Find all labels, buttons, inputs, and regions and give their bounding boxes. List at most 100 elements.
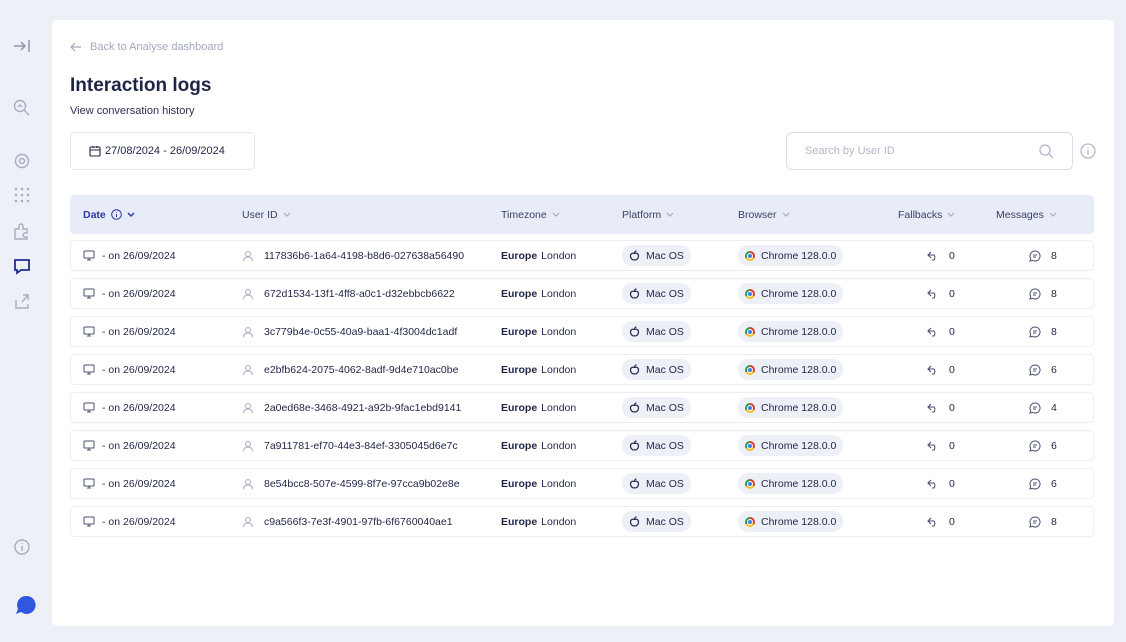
apple-icon [629,440,640,451]
cell-platform: Mac OS [622,241,691,270]
chevron-down-icon [947,212,955,217]
column-header-messages-label: Messages [996,208,1044,221]
table-row[interactable]: - on 26/09/2024 2a0ed68e-3468-4921-a92b-… [70,392,1094,423]
user-icon [243,364,253,375]
user-id-value[interactable]: 7a911781-ef70-44e3-84ef-3305045d6e7c [264,440,458,452]
user-id-value[interactable]: 3c779b4e-0c55-40a9-baa1-4f3004dc1adf [264,326,457,338]
user-id-value[interactable]: 672d1534-13f1-4ff8-a0c1-d32ebbcb6622 [264,288,455,300]
apple-icon [629,478,640,489]
chevron-down-icon [1049,212,1057,217]
chrome-icon [745,288,755,299]
table-row[interactable]: - on 26/09/2024 117836b6-1a64-4198-b8d6-… [70,240,1094,271]
date-range-picker[interactable]: 27/08/2024 - 26/09/2024 [70,132,255,170]
message-icon [1029,515,1041,528]
desktop-icon [83,402,95,413]
platform-value: Mac OS [646,363,684,376]
cell-user-id: 672d1534-13f1-4ff8-a0c1-d32ebbcb6622 [242,279,455,308]
search-analytics-icon[interactable] [11,97,33,119]
timezone-region: Europe [501,401,538,414]
timezone-city: London [541,363,577,376]
search-input[interactable] [805,145,1038,157]
column-header-platform[interactable]: Platform [622,195,674,234]
desktop-icon [83,364,95,375]
plugin-icon[interactable] [11,220,33,242]
cell-timezone: Europe London [501,355,576,384]
fallbacks-value: 0 [949,401,955,414]
cell-user-id: 3c779b4e-0c55-40a9-baa1-4f3004dc1adf [242,317,457,346]
fallbacks-value: 0 [949,439,955,452]
message-icon [1029,249,1041,262]
cell-fallbacks: 0 [927,279,955,308]
back-link[interactable]: Back to Analyse dashboard [70,41,223,53]
apple-icon [629,364,640,375]
browser-badge: Chrome 128.0.0 [738,321,844,342]
share-icon[interactable] [11,290,33,312]
column-header-user-id[interactable]: User ID [242,195,291,234]
user-id-value[interactable]: e2bfb624-2075-4062-8adf-9d4e710ac0be [264,364,458,376]
cell-browser: Chrome 128.0.0 [738,355,844,384]
cell-fallbacks: 0 [927,469,955,498]
desktop-icon [83,516,95,527]
table-header: Date User ID Timezone Platform Browser F… [70,195,1094,234]
timezone-city: London [541,401,577,414]
chevron-down-icon [127,211,135,217]
cell-messages: 6 [1029,355,1057,384]
cell-date: - on 26/09/2024 [83,507,176,536]
platform-value: Mac OS [646,439,684,452]
desktop-icon [83,440,95,451]
browser-badge: Chrome 128.0.0 [738,511,844,532]
info-icon[interactable] [110,209,122,220]
column-header-timezone[interactable]: Timezone [501,195,560,234]
message-icon [1029,363,1041,376]
chrome-icon [745,364,755,375]
search-info-icon[interactable] [1080,143,1096,159]
browser-value: Chrome 128.0.0 [761,439,837,452]
table-row[interactable]: - on 26/09/2024 3c779b4e-0c55-40a9-baa1-… [70,316,1094,347]
platform-value: Mac OS [646,287,684,300]
conversations-icon[interactable] [11,255,33,277]
chrome-icon [745,402,755,413]
column-header-date[interactable]: Date [83,195,135,234]
user-id-value[interactable]: 2a0ed68e-3468-4921-a92b-9fac1ebd9141 [264,402,461,414]
user-id-value[interactable]: c9a566f3-7e3f-4901-97fb-6f6760040ae1 [264,516,453,528]
info-icon[interactable] [11,536,33,558]
table-row[interactable]: - on 26/09/2024 8e54bcc8-507e-4599-8f7e-… [70,468,1094,499]
table-row[interactable]: - on 26/09/2024 e2bfb624-2075-4062-8adf-… [70,354,1094,385]
messages-value: 8 [1051,287,1057,300]
column-header-browser[interactable]: Browser [738,195,790,234]
table-row[interactable]: - on 26/09/2024 7a911781-ef70-44e3-84ef-… [70,430,1094,461]
cell-platform: Mac OS [622,507,691,536]
collapse-sidebar-icon[interactable] [11,35,33,57]
date-value: - on 26/09/2024 [102,439,176,452]
cell-fallbacks: 0 [927,507,955,536]
arrow-left-icon [70,42,81,52]
sidebar [0,0,44,642]
column-header-fallbacks[interactable]: Fallbacks [898,195,955,234]
user-icon [243,250,253,261]
desktop-icon [83,288,95,299]
platform-badge: Mac OS [622,473,691,494]
timezone-region: Europe [501,363,538,376]
cell-messages: 8 [1029,317,1057,346]
grid-dots-icon[interactable] [11,184,33,206]
date-value: - on 26/09/2024 [102,515,176,528]
search-icon[interactable] [1038,143,1054,159]
chat-bubble-icon[interactable] [15,594,37,616]
settings-icon[interactable] [11,150,33,172]
cell-fallbacks: 0 [927,431,955,460]
desktop-icon [83,478,95,489]
apple-icon [629,326,640,337]
timezone-city: London [541,249,577,262]
browser-value: Chrome 128.0.0 [761,363,837,376]
user-id-value[interactable]: 8e54bcc8-507e-4599-8f7e-97cca9b02e8e [264,478,460,490]
cell-timezone: Europe London [501,431,576,460]
column-header-messages[interactable]: Messages [996,195,1057,234]
user-id-value[interactable]: 117836b6-1a64-4198-b8d6-027638a56490 [264,250,464,262]
timezone-city: London [541,439,577,452]
column-header-user-id-label: User ID [242,208,278,221]
table-row[interactable]: - on 26/09/2024 672d1534-13f1-4ff8-a0c1-… [70,278,1094,309]
browser-value: Chrome 128.0.0 [761,515,837,528]
cell-platform: Mac OS [622,355,691,384]
table-row[interactable]: - on 26/09/2024 c9a566f3-7e3f-4901-97fb-… [70,506,1094,537]
cell-platform: Mac OS [622,431,691,460]
